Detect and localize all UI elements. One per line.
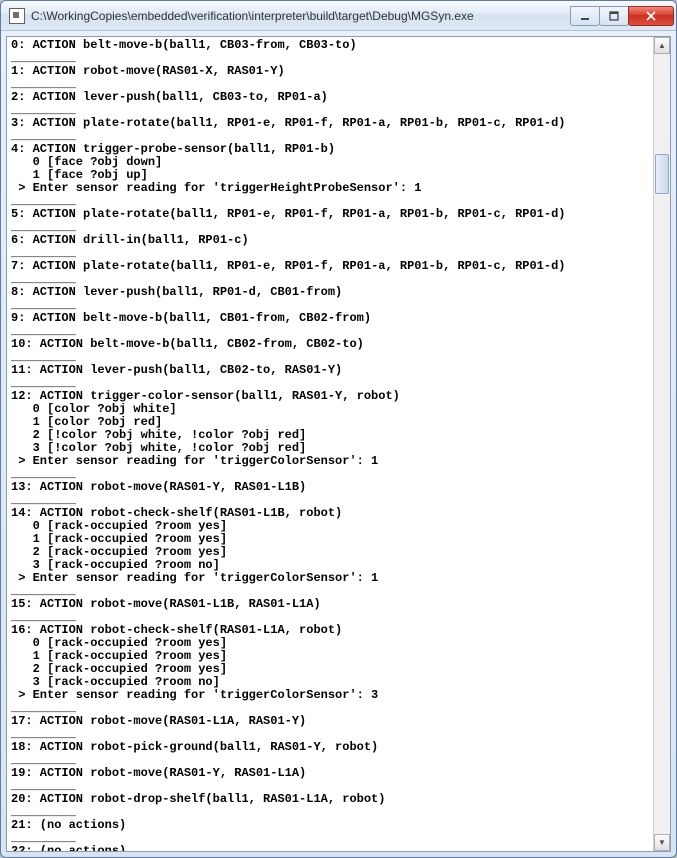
close-button[interactable]	[628, 6, 674, 26]
scrollbar-track[interactable]	[654, 54, 670, 834]
scroll-down-button[interactable]: ▼	[654, 834, 670, 851]
app-window: C:\WorkingCopies\embedded\verification\i…	[0, 0, 677, 858]
client-area: 0: ACTION belt-move-b(ball1, CB03-from, …	[6, 36, 671, 852]
titlebar[interactable]: C:\WorkingCopies\embedded\verification\i…	[1, 1, 676, 31]
chevron-up-icon: ▲	[658, 41, 666, 50]
maximize-button[interactable]	[599, 6, 629, 26]
chevron-down-icon: ▼	[658, 838, 666, 847]
close-icon	[645, 11, 657, 21]
window-controls	[571, 6, 674, 26]
console-output: 0: ACTION belt-move-b(ball1, CB03-from, …	[7, 37, 670, 851]
maximize-icon	[609, 11, 619, 21]
app-icon	[9, 8, 25, 24]
window-title: C:\WorkingCopies\embedded\verification\i…	[31, 9, 571, 23]
vertical-scrollbar[interactable]: ▲ ▼	[653, 37, 670, 851]
scrollbar-thumb[interactable]	[655, 154, 669, 194]
minimize-icon	[580, 11, 590, 21]
minimize-button[interactable]	[570, 6, 600, 26]
scroll-up-button[interactable]: ▲	[654, 37, 670, 54]
